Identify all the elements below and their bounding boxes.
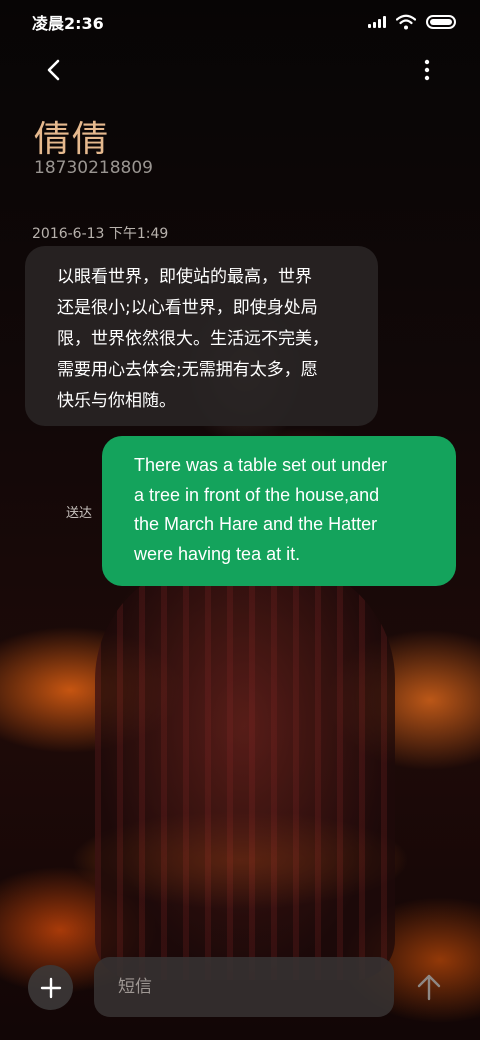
back-button[interactable] bbox=[38, 54, 70, 86]
message-line: There was a table set out under bbox=[134, 455, 388, 475]
message-timestamp: 2016-6-13 下午1:49 bbox=[32, 226, 169, 242]
outgoing-message-bubble[interactable]: There was a table set out under a tree i… bbox=[102, 436, 456, 586]
delivery-status: 送达 bbox=[66, 506, 93, 521]
message-line: a tree in front of the house,and bbox=[134, 484, 380, 505]
message-input[interactable] bbox=[118, 977, 378, 997]
contact-number: 18730218809 bbox=[34, 158, 153, 178]
message-line: 还是很小;以心看世界，即使身处局 bbox=[57, 298, 318, 318]
wifi-icon bbox=[396, 14, 416, 30]
message-line: 需要用心去体会;无需拥有太多，愿 bbox=[57, 360, 318, 380]
message-line: 快乐与你相随。 bbox=[57, 391, 176, 411]
more-vertical-icon bbox=[424, 59, 430, 81]
wallpaper-figure bbox=[95, 560, 395, 980]
chevron-left-icon bbox=[47, 59, 60, 81]
arrow-up-icon bbox=[417, 974, 441, 1001]
message-line: were having tea at it. bbox=[134, 543, 301, 564]
add-attachment-button[interactable] bbox=[28, 965, 73, 1010]
battery-icon bbox=[426, 15, 456, 29]
message-line: 限，世界依然很大。生活远不完美， bbox=[57, 329, 329, 349]
incoming-message-bubble[interactable]: 以眼看世界，即使站的最高，世界 还是很小;以心看世界，即使身处局 限，世界依然很… bbox=[25, 246, 378, 426]
send-button[interactable] bbox=[412, 970, 446, 1004]
message-line: 以眼看世界，即使站的最高，世界 bbox=[57, 267, 312, 287]
message-input-container[interactable] bbox=[94, 957, 394, 1017]
plus-icon bbox=[40, 977, 61, 998]
top-app-bar bbox=[0, 50, 480, 90]
status-time: 凌晨2:36 bbox=[32, 14, 104, 33]
signal-icon bbox=[368, 16, 386, 28]
contact-name: 倩倩 bbox=[34, 119, 111, 160]
message-line: the March Hare and the Hatter bbox=[134, 514, 378, 534]
status-bar: 凌晨2:36 bbox=[0, 0, 480, 44]
status-icons bbox=[368, 14, 456, 30]
more-options-button[interactable] bbox=[412, 54, 442, 86]
